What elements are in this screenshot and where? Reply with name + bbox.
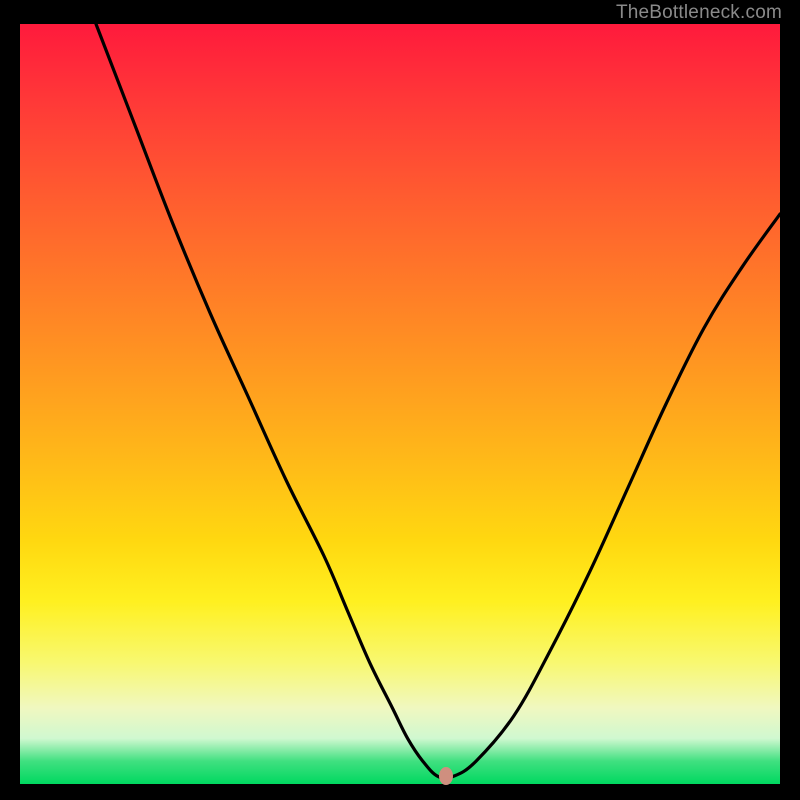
curve-svg — [20, 24, 780, 784]
chart-container: TheBottleneck.com — [0, 0, 800, 800]
optimum-marker — [439, 767, 453, 785]
watermark-text: TheBottleneck.com — [616, 2, 782, 24]
bottleneck-curve — [96, 24, 780, 778]
plot-area — [20, 24, 780, 784]
